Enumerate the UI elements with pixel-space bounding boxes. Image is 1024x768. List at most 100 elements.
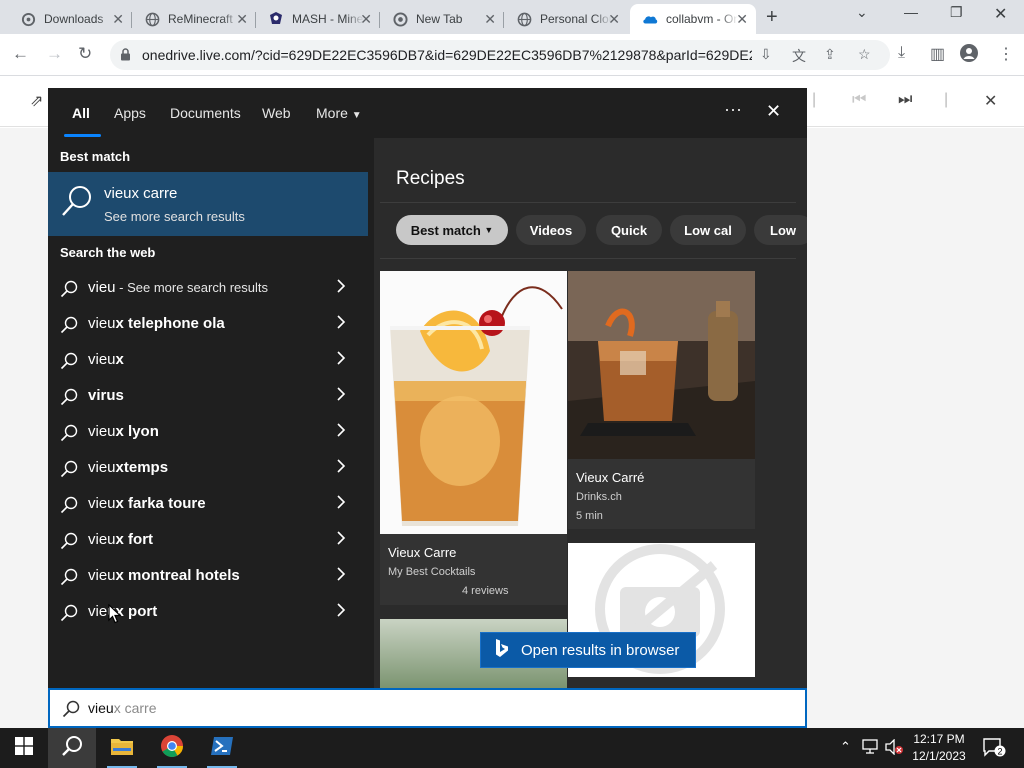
share-icon[interactable]: ⇪ <box>824 46 836 63</box>
filter-best-match[interactable]: Best match ▼ <box>396 215 508 245</box>
url-text[interactable]: onedrive.live.com/?cid=629DE22EC3596DB7&… <box>142 47 752 63</box>
web-result-item[interactable]: vieux farka toure <box>48 486 368 522</box>
recipe-title: Vieux Carre <box>388 545 457 560</box>
back-icon[interactable]: ← <box>12 44 29 64</box>
tab-new-tab[interactable]: New Tab ✕ <box>380 4 504 34</box>
filter-quick[interactable]: Quick <box>596 215 662 245</box>
show-hidden-icons-chevron-icon[interactable]: ⌃ <box>840 739 851 755</box>
web-result-item[interactable]: vieux montreal hotels <box>48 558 368 594</box>
tab-all[interactable]: All <box>72 105 90 121</box>
filter-low-cal[interactable]: Low cal <box>670 215 746 245</box>
tab-collabvm-onedrive[interactable]: collabvm - OneDrive ✕ <box>630 4 756 34</box>
search-scope-tabs: All Apps Documents Web More ▼ ⋯ ✕ <box>48 88 807 138</box>
next-item-icon[interactable]: ⏭ <box>898 91 912 109</box>
close-viewer-icon[interactable]: ✕ <box>984 91 997 111</box>
tab-mash[interactable]: MASH - Minecraft ✕ <box>256 4 380 34</box>
profile-avatar-icon[interactable] <box>960 44 978 67</box>
taskbar-powershell[interactable] <box>198 728 246 768</box>
reload-icon[interactable]: ↻ <box>78 44 92 64</box>
side-panel-icon[interactable]: ▥ <box>930 44 945 64</box>
onedrive-icon <box>642 11 658 27</box>
lock-icon[interactable] <box>120 48 131 66</box>
web-result-item[interactable]: virus <box>48 378 368 414</box>
translate-icon[interactable]: 文 <box>792 46 806 66</box>
web-result-label: vieux fort <box>88 531 153 548</box>
tab-title: collabvm - OneDrive <box>666 12 738 26</box>
taskbar-chrome[interactable] <box>148 728 196 768</box>
tab-more[interactable]: More ▼ <box>316 105 362 121</box>
open-results-in-browser-button[interactable]: Open results in browser <box>480 632 696 668</box>
chevron-right-icon[interactable] <box>336 279 346 296</box>
recipe-card-vieux-carre-drinks[interactable]: Vieux Carré Drinks.ch 5 min <box>568 271 755 529</box>
web-result-item[interactable]: vieu - See more search results <box>48 270 368 306</box>
forward-icon[interactable]: → <box>46 44 63 64</box>
close-tab-icon[interactable]: ✕ <box>236 11 248 27</box>
search-icon <box>60 568 78 591</box>
chevron-right-icon[interactable] <box>336 567 346 584</box>
tab-title: New Tab <box>416 12 463 26</box>
typed-text: vieu <box>88 700 114 716</box>
tab-personal-cloud[interactable]: Personal Cloud ✕ <box>504 4 628 34</box>
more-options-icon[interactable]: ⋯ <box>724 100 743 121</box>
web-result-item[interactable]: vieux fort <box>48 522 368 558</box>
install-app-icon[interactable]: ⇩ <box>760 46 772 63</box>
tab-apps[interactable]: Apps <box>114 105 146 121</box>
close-tab-icon[interactable]: ✕ <box>484 11 496 27</box>
tab-reminecraft[interactable]: ReMinecraft ✕ <box>132 4 256 34</box>
previous-item-icon[interactable]: ⏮ <box>852 91 866 109</box>
web-result-item[interactable]: vieux lyon <box>48 414 368 450</box>
chevron-right-icon[interactable] <box>336 423 346 440</box>
search-icon <box>60 316 78 339</box>
browser-menu-icon[interactable]: ⋮ <box>998 44 1014 64</box>
search-flyout: All Apps Documents Web More ▼ ⋯ ✕ Best m… <box>48 88 807 688</box>
web-result-item[interactable]: vieux telephone ola <box>48 306 368 342</box>
tab-documents[interactable]: Documents <box>170 105 241 121</box>
close-window-icon[interactable]: ✕ <box>994 4 1007 24</box>
close-tab-icon[interactable]: ✕ <box>736 11 748 27</box>
search-box[interactable]: vieux carre <box>48 688 807 728</box>
share-icon[interactable]: ⇗ <box>30 91 43 111</box>
filter-low[interactable]: Low <box>754 215 807 245</box>
web-result-label: vieux farka toure <box>88 495 206 512</box>
filter-videos[interactable]: Videos <box>516 215 586 245</box>
chevron-right-icon[interactable] <box>336 531 346 548</box>
downloads-icon[interactable]: ⤓ <box>898 44 905 62</box>
close-tab-icon[interactable]: ✕ <box>608 11 620 27</box>
address-bar[interactable]: onedrive.live.com/?cid=629DE22EC3596DB7&… <box>110 40 890 70</box>
taskbar-search-button[interactable] <box>48 728 96 768</box>
web-result-label: vieux telephone ola <box>88 315 225 332</box>
new-tab-button[interactable]: + <box>766 6 778 28</box>
chevron-right-icon[interactable] <box>336 495 346 512</box>
bookmark-star-icon[interactable]: ☆ <box>858 46 871 63</box>
close-flyout-icon[interactable]: ✕ <box>766 101 781 122</box>
divider <box>380 202 796 203</box>
close-tab-icon[interactable]: ✕ <box>112 11 124 27</box>
system-clock[interactable]: 12:17 PM 12/1/2023 <box>904 731 974 765</box>
best-match-item[interactable]: vieux carre See more search results <box>48 172 368 236</box>
powershell-icon <box>210 736 234 761</box>
taskbar-file-explorer[interactable] <box>98 728 146 768</box>
minimize-icon[interactable]: — <box>904 4 918 20</box>
search-input[interactable]: vieux carre <box>88 700 156 716</box>
web-result-item[interactable]: vieux port <box>48 594 368 630</box>
recipe-card-vieux-carre[interactable]: Vieux Carre My Best Cocktails 4 reviews <box>380 271 567 605</box>
chevron-right-icon[interactable] <box>336 459 346 476</box>
chrome-icon <box>392 11 408 27</box>
tab-web[interactable]: Web <box>262 105 291 121</box>
tab-search-chevron-icon[interactable]: ⌄ <box>856 4 868 21</box>
web-result-item[interactable]: vieuxtemps <box>48 450 368 486</box>
search-icon <box>60 184 94 223</box>
restore-icon[interactable]: ❐ <box>950 4 963 21</box>
chevron-right-icon[interactable] <box>336 387 346 404</box>
action-center-icon[interactable]: 2 <box>982 737 1006 760</box>
network-icon[interactable] <box>862 739 880 758</box>
volume-muted-icon[interactable] <box>884 738 904 758</box>
close-tab-icon[interactable]: ✕ <box>360 11 372 27</box>
chevron-right-icon[interactable] <box>336 603 346 620</box>
start-button[interactable] <box>0 728 48 768</box>
search-icon <box>60 496 78 519</box>
tab-downloads[interactable]: Downloads ✕ <box>8 4 132 34</box>
web-result-item[interactable]: vieux <box>48 342 368 378</box>
chevron-right-icon[interactable] <box>336 351 346 368</box>
chevron-right-icon[interactable] <box>336 315 346 332</box>
